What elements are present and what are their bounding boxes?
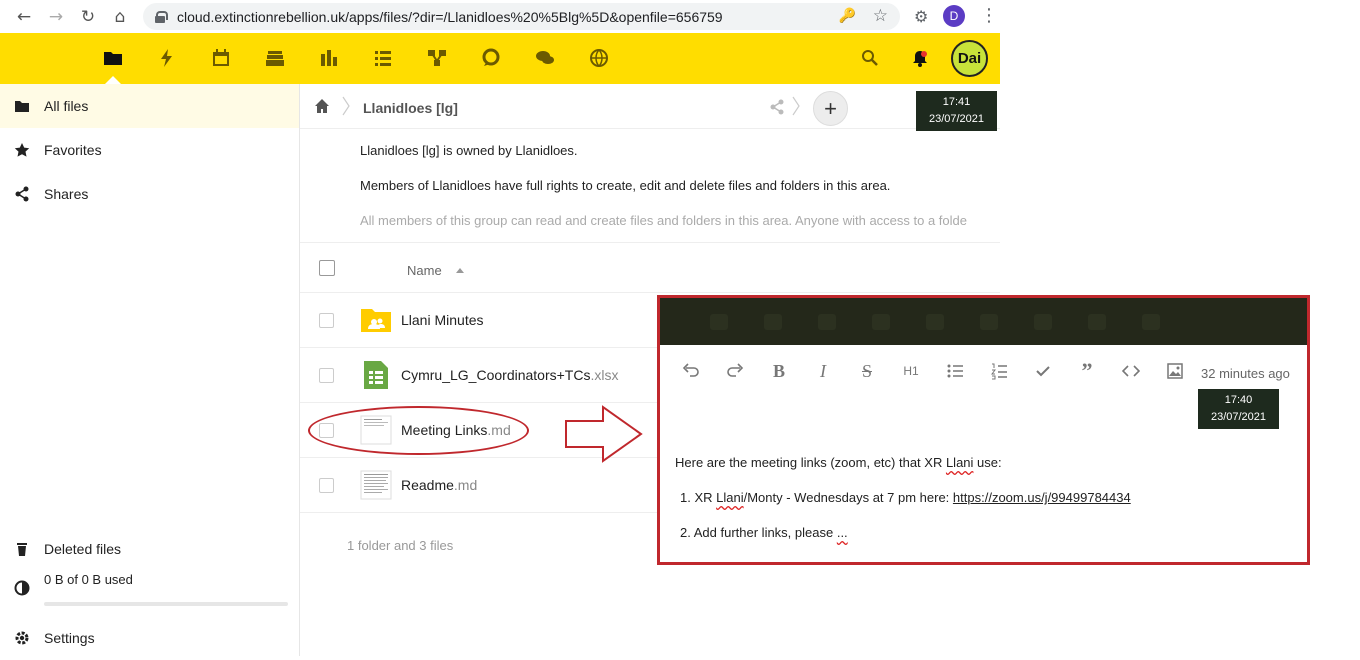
notifications-bell-icon[interactable] [909,47,931,69]
chevron-right-icon [792,96,800,116]
clock-date: 23/07/2021 [1210,411,1267,423]
sidebar-item-all-files[interactable]: All files [0,84,299,128]
star-icon [0,142,44,158]
spreadsheet-icon [364,361,388,389]
save-status: 32 minutes ago [1201,366,1290,381]
share-icon[interactable] [769,99,785,115]
redo-icon[interactable] [724,360,746,382]
name-column-header[interactable]: Name [407,263,442,278]
sidebar-item-label: Deleted files [44,541,122,557]
file-name: Llani Minutes [401,312,484,328]
text-editor-panel: B I S H1 ” 32 minutes ago 17:40 23/07/20… [657,295,1310,565]
breadcrumb-current-folder[interactable]: Llanidloes [lg] [363,100,458,116]
file-name: Readme.md [401,477,478,493]
row-checkbox[interactable] [319,478,334,493]
new-file-button[interactable]: + [813,91,848,126]
deck-icon[interactable] [264,47,286,69]
forward-icon[interactable]: → [40,0,72,33]
search-icon[interactable] [859,47,881,69]
active-app-indicator [105,76,121,84]
clock-overlay: 17:41 23/07/2021 [916,91,997,131]
files-icon[interactable] [102,47,124,69]
code-icon[interactable] [1120,360,1142,382]
doc-intro-paragraph[interactable]: Here are the meeting links (zoom, etc) t… [675,455,1002,470]
row-checkbox[interactable] [319,368,334,383]
select-all-checkbox[interactable] [319,260,335,276]
strikethrough-icon[interactable]: S [856,360,878,382]
pie-chart-icon [0,572,44,596]
lock-icon [155,10,168,23]
numbered-list-icon[interactable] [988,360,1010,382]
sidebar-item-favorites[interactable]: Favorites [0,128,299,172]
annotation-highlight-oval [308,406,529,455]
folder-description-owner: Llanidloes [lg] is owned by Llanidloes. [360,143,578,158]
editor-dimmed-header [660,298,1307,345]
profile-avatar[interactable]: D [943,5,965,27]
shared-folder-icon [361,309,391,332]
home-icon[interactable] [314,98,330,114]
sidebar-item-label: Settings [44,630,95,646]
user-avatar[interactable]: Dai [951,40,988,77]
app-header: Dai [0,33,1000,84]
folder-icon [0,98,44,114]
quota-progress-bar [44,602,288,606]
circles-icon[interactable] [426,47,448,69]
markdown-file-thumbnail-icon [360,470,392,500]
clock-time: 17:40 [1224,394,1253,406]
sidebar-item-label: All files [44,98,89,114]
bold-icon[interactable]: B [768,360,790,382]
analytics-icon[interactable] [318,47,340,69]
chat-icon[interactable] [534,47,556,69]
row-checkbox[interactable] [319,313,334,328]
activity-icon[interactable] [156,47,178,69]
doc-list-item-2[interactable]: 2. Add further links, please ... [680,525,848,540]
globe-icon[interactable] [588,47,610,69]
tasks-icon[interactable] [372,47,394,69]
folder-description-access: All members of this group can read and c… [360,213,968,228]
notification-badge [921,51,927,57]
file-name: Cymru_LG_Coordinators+TCs.xlsx [401,367,619,383]
zoom-link[interactable]: https://zoom.us/j/99499784434 [953,490,1131,505]
share-icon [0,186,44,202]
clock-date: 23/07/2021 [928,113,985,125]
quote-icon[interactable]: ” [1076,358,1098,383]
talk-icon[interactable] [480,47,502,69]
key-icon[interactable]: 🔑 [839,8,856,24]
file-list-header: Name [300,242,1000,293]
undo-icon[interactable] [680,360,702,382]
checkbox-list-icon[interactable] [1032,360,1054,382]
calendar-icon[interactable] [210,47,232,69]
sidebar-item-label: Favorites [44,142,102,158]
quota-text: 0 B of 0 B used [44,572,133,587]
trash-icon [0,541,44,557]
breadcrumb: Llanidloes [lg] + [300,84,1000,129]
sort-ascending-icon [456,268,464,273]
home-icon[interactable]: ⌂ [104,0,136,33]
gear-icon [0,630,44,646]
folder-description-rights: Members of Llanidloes have full rights t… [360,178,891,193]
clock-overlay: 17:40 23/07/2021 [1198,389,1279,429]
clock-time: 17:41 [942,96,971,108]
back-icon[interactable]: ← [8,0,40,33]
file-list-summary: 1 folder and 3 files [347,538,454,553]
doc-list-item-1[interactable]: 1. XR Llani/Monty - Wednesdays at 7 pm h… [680,490,1131,505]
reload-icon[interactable]: ↻ [72,0,104,33]
sidebar-item-shares[interactable]: Shares [0,172,299,216]
italic-icon[interactable]: I [812,360,834,382]
image-icon[interactable] [1164,360,1186,382]
bookmark-star-icon[interactable]: ☆ [873,6,888,26]
chevron-right-icon [342,96,350,116]
app-sidebar: All files Favorites Shares Deleted files… [0,84,300,656]
address-bar[interactable]: cloud.extinctionrebellion.uk/apps/files/… [143,3,900,30]
sidebar-item-label: Shares [44,186,89,202]
url-text: cloud.extinctionrebellion.uk/apps/files/… [177,8,723,25]
annotation-arrow-icon [565,405,643,463]
heading-icon[interactable]: H1 [900,360,922,382]
browser-menu-icon[interactable]: ⋮ [980,5,998,26]
bullet-list-icon[interactable] [944,360,966,382]
extensions-icon[interactable]: ⚙ [914,7,928,26]
browser-toolbar: ← → ↻ ⌂ cloud.extinctionrebellion.uk/app… [0,0,1000,33]
sidebar-item-settings[interactable]: Settings [0,616,299,660]
